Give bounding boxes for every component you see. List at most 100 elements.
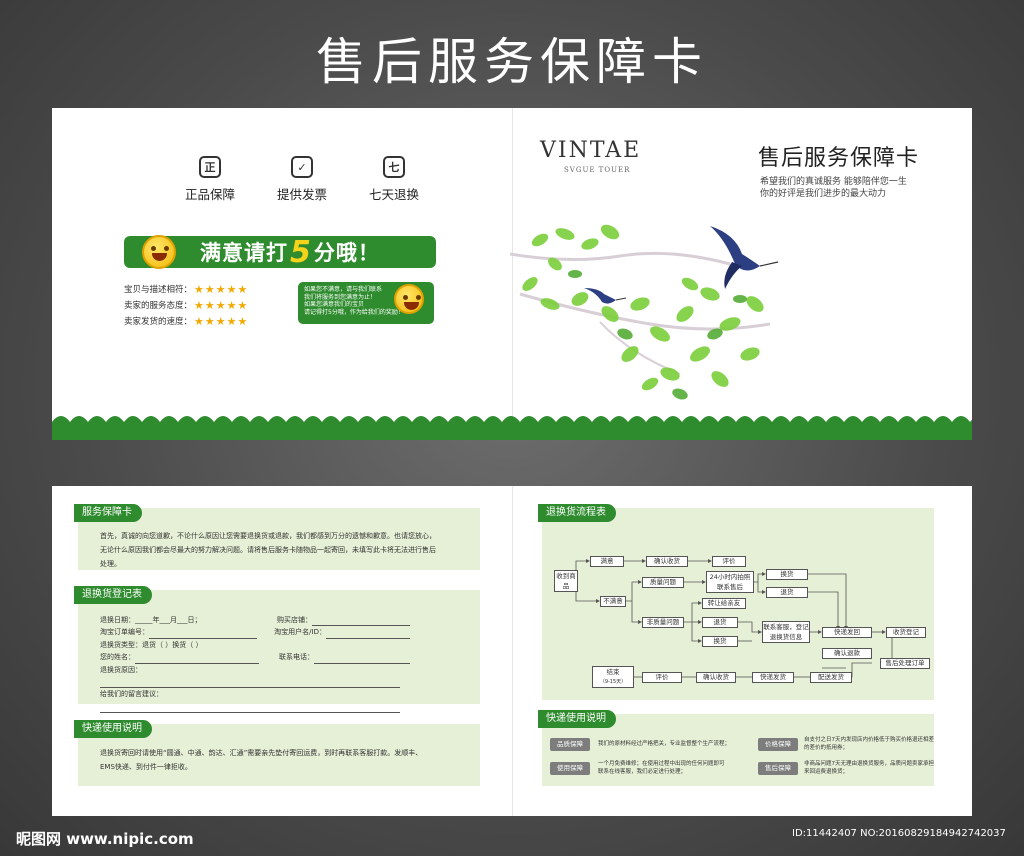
guarantee-item: 正 正品保障 [180, 156, 240, 203]
rating-row: 卖家的服务态度： ★★★★★ [124, 298, 248, 314]
rating-list: 宝贝与描述相符： ★★★★★ 卖家的服务态度： ★★★★★ 卖家发货的速度： ★★★★… [124, 282, 248, 330]
rating-label: 卖家发货的速度： [124, 317, 193, 327]
card-title: 售后服务保障卡 [758, 146, 920, 171]
section-tag: 退换货登记表 [74, 586, 152, 604]
seven-day-return-icon: 七 [383, 156, 405, 178]
reason-field[interactable] [100, 679, 400, 689]
user-field[interactable] [326, 630, 410, 639]
slogan-line: 你的好评是我们进步的最大动力 [760, 189, 887, 199]
star-icons: ★★★★★ [194, 315, 249, 328]
flow-node-end: 结束 （9-15天） [592, 666, 634, 688]
bird-icon [584, 288, 627, 304]
guarantee-icons: 正 正品保障 ✓ 提供发票 七 七天退换 [180, 156, 424, 203]
flow-node-receipt: 收货登记 [886, 627, 926, 638]
flow-node-unsatisfied: 不满意 [600, 596, 626, 607]
slogan-line: 希望我们的真诚服务 能够陪伴您一生 [760, 177, 907, 187]
flow-node-review: 评价 [642, 672, 682, 683]
reason-label: 退换货原因： [100, 665, 142, 674]
order-label: 淘宝订单编号： [100, 626, 257, 639]
flow-node-confirm: 确认收货 [646, 556, 688, 567]
scallop-border [52, 416, 972, 440]
shop-field[interactable] [312, 617, 410, 627]
smiley-icon [394, 284, 424, 314]
order-field[interactable] [149, 630, 257, 639]
star-icons: ★★★★★ [194, 283, 249, 296]
register-form: 退换日期：_____年___月___日； 购买店铺： 淘宝订单编号： 淘宝用户名/I… [100, 614, 410, 714]
name-label: 您的姓名： [100, 651, 259, 664]
card-slogan: 希望我们的真诚服务 能够陪伴您一生 你的好评是我们进步的最大动力 [760, 176, 907, 200]
service-section: 服务保障卡 首先，真诚的向您道歉，不论什么原因让您需要退换货或退款，我们都感到万… [74, 504, 480, 570]
user-label: 淘宝用户名/ID： [274, 626, 410, 639]
brand-logo: VINTAE [540, 138, 642, 163]
flow-node-satisfied: 满意 [590, 556, 624, 567]
section-tag: 快递使用说明 [74, 720, 152, 738]
flow-node-send: 快递发货 [752, 672, 794, 683]
guarantee-text: 非商品问题7天无理由退换货服务，品质问题卖家承担 来回运费退换货； [804, 761, 935, 775]
name-field[interactable] [135, 655, 259, 664]
smiley-icon [142, 235, 176, 269]
banner-number: 5 [290, 234, 312, 270]
phone-label: 联系电话： [279, 651, 410, 664]
section-tag: 快递使用说明 [538, 710, 616, 728]
flow-node-exchange: 换货 [766, 569, 808, 580]
message-field[interactable] [100, 704, 400, 714]
branch-birds-illustration [510, 224, 779, 400]
flow-node-receive: 收到商品 [554, 570, 578, 592]
watermark-id: ID:11442407 NO:20160829184942742037 [792, 828, 1006, 839]
guarantee-tag: 价格保障 [758, 738, 798, 751]
phone-field[interactable] [314, 655, 410, 664]
banner-text: 满意请打 [200, 241, 288, 265]
shop-label: 购买店铺： [277, 614, 410, 627]
card-front: 正 正品保障 ✓ 提供发票 七 七天退换 满意请打 5 分哦！ 宝贝与描述相符：… [52, 108, 972, 440]
guarantee-tag: 品质保障 [550, 738, 590, 751]
card-back: 服务保障卡 首先，真诚的向您道歉，不论什么原因让您需要退换货或退款，我们都感到万… [52, 486, 972, 816]
guarantee-item: 七 七天退换 [364, 156, 424, 203]
fold-line [512, 486, 513, 816]
date-field[interactable]: 退换日期：_____年___月___日； [100, 614, 270, 626]
flow-node-cs: 联系客服，登记退换货信息 [762, 621, 810, 643]
banner-text: 分哦！ [313, 241, 380, 265]
flow-node-24h: 24小时内拍照联系售后 [706, 571, 754, 593]
rating-label: 宝贝与描述相符： [124, 285, 193, 295]
flow-node-exchange: 换货 [702, 636, 738, 647]
guarantee-item: ✓ 提供发票 [272, 156, 332, 203]
bird-icon [710, 226, 779, 289]
rating-row: 卖家发货的速度： ★★★★★ [124, 314, 248, 330]
section-tag: 服务保障卡 [74, 504, 142, 522]
flow-section: 退换货流程表 收到商品 满意 确认收货 评价 不满意 质量问题 24小时内拍照联… [538, 504, 934, 700]
star-icons: ★★★★★ [194, 299, 249, 312]
invoice-icon: ✓ [291, 156, 313, 178]
type-field[interactable]: 退换货类型：退货（ ）换货（ ） [100, 639, 410, 651]
flow-node-refund: 确认退款 [822, 648, 872, 659]
flow-node-process: 售后处理订单 [880, 658, 930, 669]
express-section: 快递使用说明 退换货寄回时请使用“圆通、中通、韵达、汇通”需要亲先垫付寄回运费，… [74, 720, 480, 786]
flow-node-quality: 质量问题 [642, 577, 684, 588]
brand-subtitle: SVGUE TOUER [564, 166, 631, 174]
flow-node-review: 评价 [712, 556, 746, 567]
flow-node-return: 退货 [702, 617, 738, 628]
guarantee-text: 一个月免费维修；在使用过程中出现的任何问题即可 联系在线客服，我们必定进行处理； [598, 761, 725, 775]
flow-node-confirm: 确认收货 [696, 672, 736, 683]
flow-node-deliver: 配送发货 [810, 672, 852, 683]
rating-row: 宝贝与描述相符： ★★★★★ [124, 282, 248, 298]
flow-node-return: 退货 [766, 587, 808, 598]
register-section: 退换货登记表 退换日期：_____年___月___日； 购买店铺： 淘宝订单编号：… [74, 586, 480, 714]
flow-node-ship-back: 快递发回 [822, 627, 872, 638]
flow-node-friend: 转让给亲友 [702, 598, 746, 609]
rating-label: 卖家的服务态度： [124, 301, 193, 311]
page-title: 售后服务保障卡 [316, 33, 708, 91]
guarantee-label: 正品保障 [184, 187, 235, 202]
watermark-logo: 昵图网 www.nipic.com [16, 830, 194, 848]
guarantee-text: 我们的原材料经过严格把关，专业监督整个生产流程； [598, 741, 731, 747]
flow-node-nonquality: 非质量问题 [642, 617, 684, 628]
service-text: 首先，真诚的向您道歉，不论什么原因让您需要退换货或退款，我们都感到万分的遗憾和歉… [100, 532, 436, 568]
message-label: 给我们的留言建议： [100, 690, 163, 699]
express-text: 退换货寄回时请使用“圆通、中通、韵达、汇通”需要亲先垫付寄回运费，到时再联系客服… [100, 749, 423, 771]
authentic-icon: 正 [199, 156, 221, 178]
guarantee-text: 自支付之日7天内发现店内价格低于购买价格退还相差 的差价的抵用券； [804, 737, 935, 751]
guarantee-label: 提供发票 [276, 187, 327, 202]
guarantee-label: 七天退换 [368, 187, 419, 202]
guarantee-tag: 使用保障 [550, 762, 590, 775]
guarantee-tag: 售后保障 [758, 762, 798, 775]
express-guarantee-section: 快递使用说明 品质保障 我们的原材料经过严格把关，专业监督整个生产流程； 使用保… [538, 710, 935, 786]
